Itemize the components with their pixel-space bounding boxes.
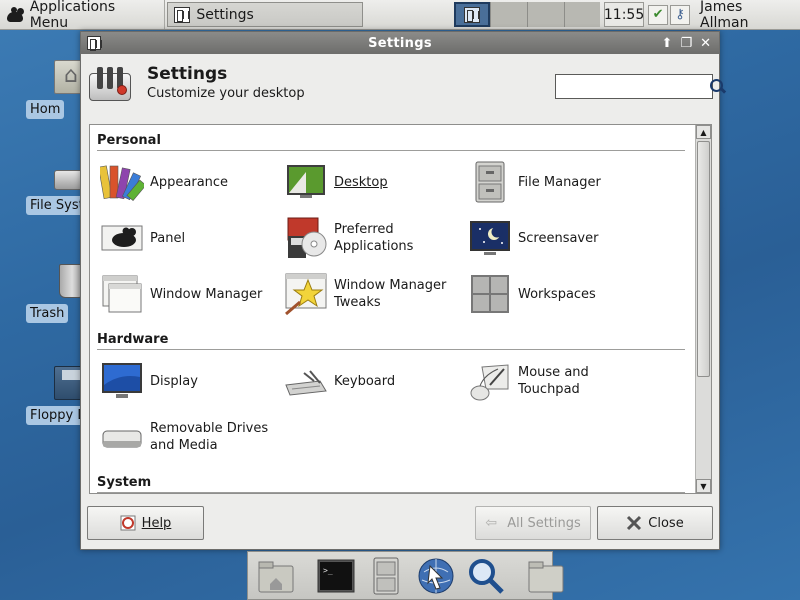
svg-text:>_: >_ — [323, 566, 333, 575]
item-workspaces[interactable]: Workspaces — [468, 271, 596, 317]
clock[interactable]: 11:55 — [604, 2, 644, 27]
item-label: Keyboard — [334, 373, 396, 389]
header-subtitle: Customize your desktop — [147, 86, 305, 101]
item-label: File Manager — [518, 174, 601, 190]
taskbar-settings-button[interactable]: Settings — [167, 2, 364, 27]
close-button[interactable]: Close — [597, 506, 713, 540]
workspace-window-icon — [464, 6, 481, 23]
item-window-manager-tweaks[interactable]: Window Manager Tweaks — [284, 271, 446, 317]
back-arrow-icon: ⇦ — [485, 515, 497, 531]
close-x-icon — [626, 515, 642, 531]
section-personal: Personal — [97, 133, 685, 151]
header-title: Settings — [147, 64, 228, 84]
item-label: Window Manager Tweaks — [334, 278, 447, 310]
window-manager-tweaks-icon — [284, 272, 328, 316]
item-label: Desktop — [334, 174, 388, 190]
search-icon[interactable] — [466, 556, 506, 596]
item-desktop[interactable]: Desktop — [284, 159, 388, 205]
applications-menu-button[interactable]: Applications Menu — [0, 0, 166, 31]
item-appearance[interactable]: Appearance — [98, 159, 229, 205]
item-file-manager[interactable]: File Manager — [468, 159, 601, 205]
keyboard-icon — [284, 359, 328, 403]
item-label: Screensaver — [518, 230, 599, 246]
window-title: Settings — [368, 35, 432, 51]
home-folder-icon[interactable] — [256, 556, 296, 596]
all-settings-label: All Settings — [507, 515, 581, 531]
scroll-down-icon[interactable]: ▼ — [696, 479, 711, 493]
settings-list: Personal Appearance Desktop File Manager… — [89, 124, 712, 494]
workspace-4[interactable] — [563, 2, 601, 27]
appearance-icon — [98, 160, 147, 204]
window-header: Settings Customize your desktop — [81, 54, 723, 116]
network-key-icon[interactable]: ⚷ — [670, 4, 691, 25]
search-input[interactable] — [556, 75, 710, 98]
item-removable-drives[interactable]: Removable Drives and Media — [100, 414, 268, 460]
close-icon[interactable]: ✕ — [700, 36, 711, 51]
item-preferred-applications[interactable]: Preferred Applications — [284, 215, 413, 261]
all-settings-button[interactable]: ⇦ All Settings — [475, 506, 591, 540]
item-panel[interactable]: Panel — [100, 215, 185, 261]
settings-window-icon — [174, 6, 191, 23]
screensaver-icon — [468, 216, 512, 260]
removable-drive-icon — [100, 415, 144, 459]
file-manager-icon[interactable] — [366, 556, 406, 596]
close-label: Close — [648, 515, 684, 531]
item-screensaver[interactable]: Screensaver — [468, 215, 598, 261]
window-manager-icon — [100, 272, 144, 316]
item-window-manager[interactable]: Window Manager — [100, 271, 262, 317]
section-hardware: Hardware — [97, 332, 685, 350]
help-icon — [120, 515, 136, 531]
terminal-icon[interactable]: >_ — [316, 556, 356, 596]
workspace-2[interactable] — [490, 2, 527, 27]
panel-icon — [100, 216, 144, 260]
maximize-icon[interactable]: ❐ — [680, 36, 692, 51]
workspace-1[interactable] — [453, 2, 491, 27]
applications-menu-label: Applications Menu — [29, 0, 116, 31]
search-box — [555, 74, 723, 99]
preferred-applications-icon — [284, 216, 328, 260]
top-panel: Applications Menu Settings 11:55 ✔ ⚷ Jam… — [0, 0, 800, 31]
item-label: Workspaces — [518, 286, 596, 302]
web-browser-icon[interactable] — [416, 556, 456, 596]
item-label: Display — [150, 373, 198, 389]
xfce-mouse-icon — [4, 6, 26, 24]
file-manager-icon — [468, 160, 512, 204]
scrollbar-thumb[interactable] — [697, 141, 710, 377]
desktop-icon-label: Trash — [26, 304, 69, 323]
scroll-up-icon[interactable]: ▲ — [696, 125, 711, 139]
section-system: System — [97, 475, 685, 493]
window-titlebar[interactable]: Settings ⬆ ❐ ✕ — [81, 32, 719, 54]
desktop-icon-label: Hom — [26, 100, 65, 119]
display-icon — [100, 359, 144, 403]
user-name[interactable]: James Allman — [694, 0, 800, 31]
bottom-dock: >_ — [247, 551, 564, 600]
item-label: Mouse and Touchpad — [518, 365, 589, 397]
item-label: Preferred Applications — [334, 222, 414, 254]
item-keyboard[interactable]: Keyboard — [284, 358, 395, 404]
desktop-icon-label: File Syst — [26, 196, 88, 215]
mouse-icon — [468, 359, 512, 403]
desktop-icon — [284, 160, 328, 204]
help-button[interactable]: Help — [87, 506, 204, 540]
item-mouse-touchpad[interactable]: Mouse and Touchpad — [468, 358, 589, 404]
item-label: Removable Drives and Media — [150, 421, 269, 453]
update-shield-icon[interactable]: ✔ — [648, 4, 669, 25]
shade-icon[interactable]: ⬆ — [662, 36, 673, 51]
workspace-3[interactable] — [526, 2, 564, 27]
item-label: Appearance — [150, 174, 229, 190]
help-label: Help — [141, 515, 172, 531]
taskbar-settings-label: Settings — [196, 6, 254, 23]
workspaces-icon — [468, 272, 512, 316]
item-label: Panel — [150, 230, 186, 246]
settings-manager-icon — [87, 65, 133, 103]
item-display[interactable]: Display — [100, 358, 198, 404]
vertical-scrollbar[interactable]: ▲ ▼ — [695, 125, 711, 493]
item-label: Window Manager — [150, 286, 263, 302]
settings-window: Settings ⬆ ❐ ✕ Settings Customize your d… — [80, 31, 723, 550]
folder-icon[interactable] — [526, 556, 566, 596]
